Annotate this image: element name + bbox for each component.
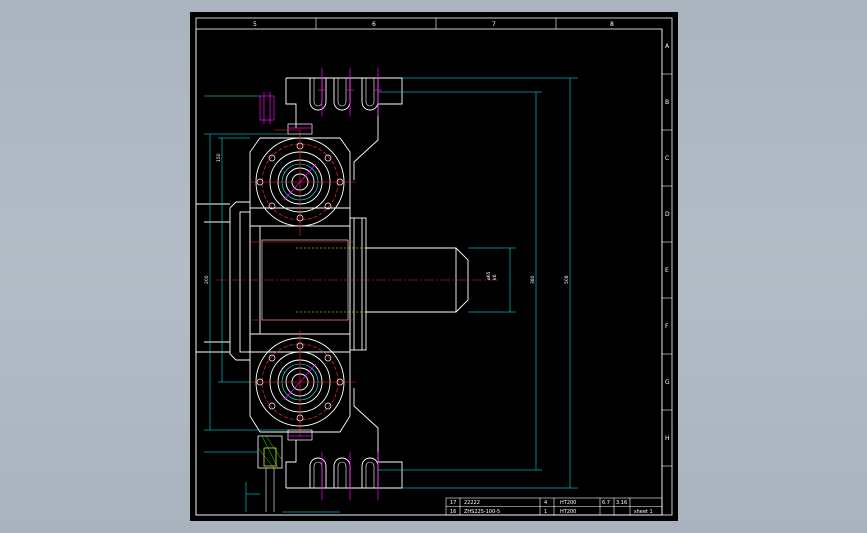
top-foot-bolts xyxy=(318,68,382,116)
bottom-mounting-foot xyxy=(285,388,403,489)
zone-label-right-2: B xyxy=(665,99,669,106)
dimension-leaders-red xyxy=(250,129,354,321)
tb-row1-weight: 6.7 xyxy=(602,500,610,506)
height-a-label: 150 xyxy=(216,153,222,162)
shaft-dia-label: ø65 xyxy=(486,271,492,280)
width-outer-label: 508 xyxy=(564,275,570,284)
tb-row1-note: 3.16 xyxy=(616,500,627,506)
zone-label-right-6: F xyxy=(665,323,669,330)
zone-label-right-8: H xyxy=(665,435,670,442)
top-mounting-foot xyxy=(285,77,403,180)
top-bearing xyxy=(250,123,356,236)
zone-label-top-3: 7 xyxy=(492,21,496,28)
tb-row1-material: HT200 xyxy=(560,500,576,506)
zone-label-right-5: E xyxy=(665,267,669,274)
bottom-foot-bolts xyxy=(321,452,379,500)
zone-label-top-4: 8 xyxy=(610,21,614,28)
tb-row1-index: 17 xyxy=(450,500,456,506)
tb-row2-qty: 1 xyxy=(544,509,547,515)
bottom-bearing xyxy=(250,330,356,441)
inner-frame xyxy=(195,28,663,516)
tb-row1-code: 22222 xyxy=(464,500,480,506)
zone-label-right-7: G xyxy=(665,379,670,386)
cad-viewer: 5 6 7 8 A B C D E F G H ø65 k6 508 380 1… xyxy=(0,0,867,533)
drawing-sheet[interactable]: 5 6 7 8 A B C D E F G H ø65 k6 508 380 1… xyxy=(190,12,678,521)
zone-label-right-1: A xyxy=(665,43,670,50)
tb-row2-sheet: sheet 1 xyxy=(634,509,653,515)
zone-label-right-4: D xyxy=(665,211,670,218)
shaft-fit-label: k6 xyxy=(492,274,498,280)
tb-row2-material: HT200 xyxy=(560,509,576,515)
tb-row2-index: 16 xyxy=(450,509,456,515)
height-b-label: 200 xyxy=(204,275,210,284)
gearbox-drawing: 5 6 7 8 A B C D E F G H ø65 k6 508 380 1… xyxy=(195,17,673,516)
tb-row1-qty: 4 xyxy=(544,500,547,506)
side-studs xyxy=(259,92,275,124)
outer-frame xyxy=(195,17,673,516)
width-inner-label: 380 xyxy=(530,275,536,284)
bottom-stud xyxy=(257,435,283,512)
input-shaft-stub xyxy=(196,203,230,353)
zone-label-top-2: 6 xyxy=(372,21,376,28)
zone-label-top-1: 5 xyxy=(253,21,257,28)
tb-row2-code: ZHS225-100-5 xyxy=(464,509,500,515)
zone-label-right-3: C xyxy=(665,155,669,162)
